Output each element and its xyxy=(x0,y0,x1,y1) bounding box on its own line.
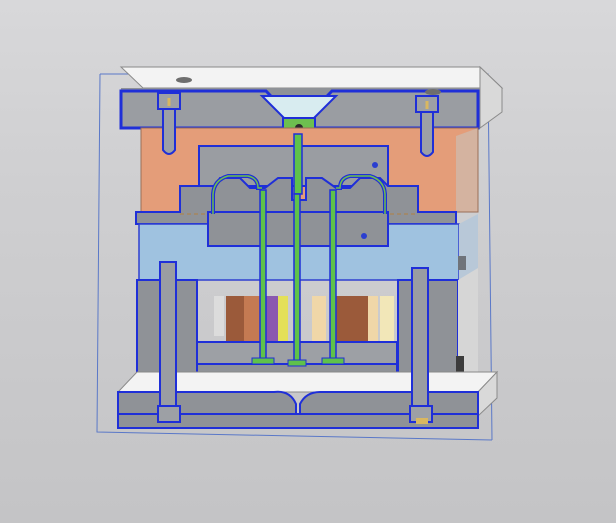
screw-hole-icon xyxy=(176,77,192,83)
screw-hole-icon xyxy=(425,89,441,95)
3d-viewport[interactable] xyxy=(0,0,616,523)
mold-assembly-model[interactable] xyxy=(0,0,616,523)
support-pillar-icon xyxy=(214,296,394,342)
